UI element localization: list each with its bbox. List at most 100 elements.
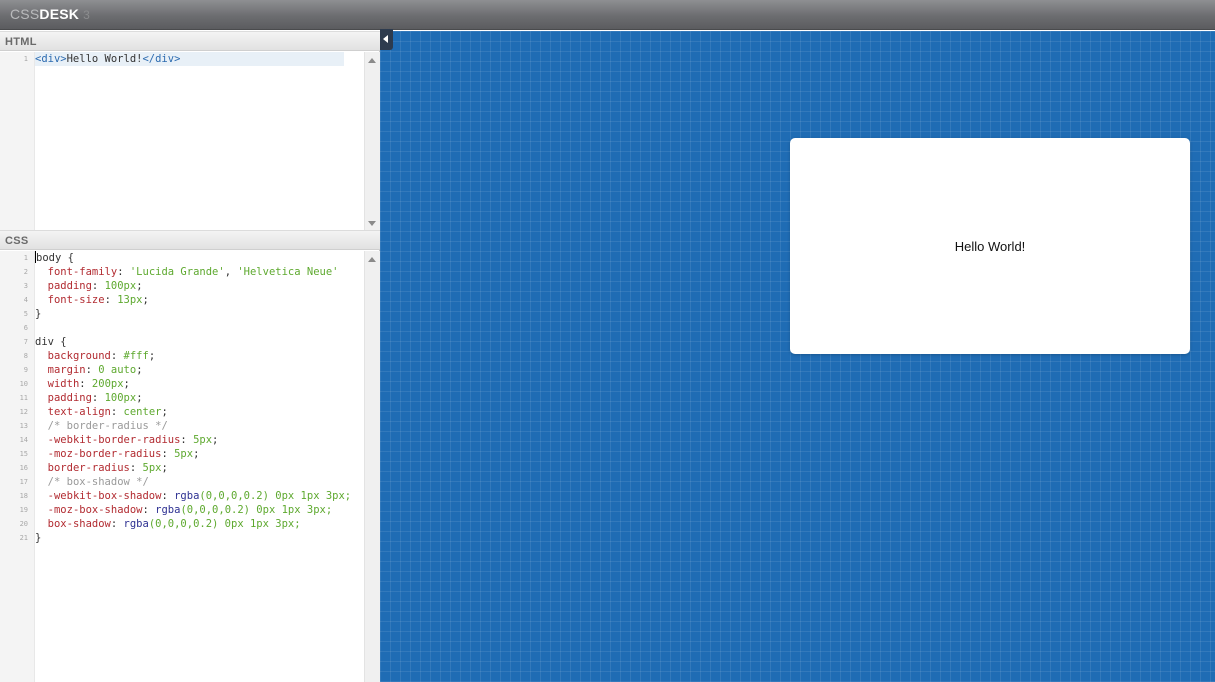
css-editor[interactable]: 1 2 3 4 5 6 7 8 9 10 11 12 13 14 15 16 17 18 19 20 21 body {… bbox=[0, 251, 380, 682]
preview-text: Hello World! bbox=[954, 238, 1026, 254]
line-number: 18 bbox=[19, 492, 28, 500]
code-token: (0,0,0,0.2) 0px 1px 3px; bbox=[199, 490, 352, 502]
line-number: 15 bbox=[19, 450, 28, 458]
code-token: 'Lucida Grande' bbox=[129, 266, 225, 278]
code-token: /* box-shadow */ bbox=[47, 476, 149, 488]
css-section-header: CSS bbox=[0, 230, 380, 250]
code-line[interactable]: font-family: 'Lucida Grande', 'Helvetica… bbox=[35, 265, 364, 279]
code-token: ; bbox=[161, 406, 168, 418]
logo-version-text: 3 bbox=[83, 8, 90, 22]
code-token: : bbox=[110, 518, 124, 530]
html-section-title: HTML bbox=[5, 36, 37, 48]
line-number: 1 bbox=[23, 55, 28, 63]
code-token: <div> bbox=[35, 53, 67, 65]
code-line[interactable]: -webkit-border-radius: 5px; bbox=[35, 433, 364, 447]
code-line[interactable]: /* border-radius */ bbox=[35, 419, 364, 433]
scroll-down-arrow-icon[interactable] bbox=[368, 221, 376, 226]
code-token: ; bbox=[136, 364, 143, 376]
code-token: 5px bbox=[174, 448, 194, 460]
html-editor[interactable]: 1 <div>Hello World!</div> bbox=[0, 52, 380, 230]
line-number: 17 bbox=[19, 478, 28, 486]
code-line[interactable]: width: 200px; bbox=[35, 377, 364, 391]
code-line[interactable]: -moz-box-shadow: rgba(0,0,0,0.2) 0px 1px… bbox=[35, 503, 364, 517]
code-line[interactable]: } bbox=[35, 307, 364, 321]
code-token: : bbox=[117, 266, 130, 278]
line-number: 16 bbox=[19, 464, 28, 472]
css-editor-scrollbar[interactable] bbox=[364, 251, 380, 682]
code-token: ; bbox=[161, 462, 168, 474]
logo-css-text: CSS bbox=[10, 6, 40, 22]
code-line[interactable]: font-size: 13px; bbox=[35, 293, 364, 307]
code-token: -moz-border-radius bbox=[47, 448, 162, 460]
line-number: 2 bbox=[23, 268, 28, 276]
line-number: 14 bbox=[19, 436, 28, 444]
code-line[interactable] bbox=[35, 321, 364, 335]
code-line[interactable]: padding: 100px; bbox=[35, 279, 364, 293]
code-token: : bbox=[161, 490, 175, 502]
line-number: 12 bbox=[19, 408, 28, 416]
code-line[interactable]: border-radius: 5px; bbox=[35, 461, 364, 475]
code-token: -webkit-border-radius bbox=[47, 434, 181, 446]
code-token: 100px bbox=[104, 280, 137, 292]
code-line[interactable]: margin: 0 auto; bbox=[35, 363, 364, 377]
code-token: ; bbox=[148, 350, 156, 362]
logo-desk-text: DESK bbox=[39, 6, 80, 22]
code-token: ; bbox=[193, 448, 200, 460]
code-token: : bbox=[110, 350, 124, 362]
line-number: 19 bbox=[19, 506, 28, 514]
html-editor-scrollbar[interactable] bbox=[364, 52, 380, 230]
line-number: 4 bbox=[23, 296, 28, 304]
code-token: rgba bbox=[123, 518, 149, 530]
code-token: -moz-box-shadow bbox=[47, 504, 143, 516]
html-code-area[interactable]: <div>Hello World!</div> bbox=[35, 52, 364, 230]
code-token: ; bbox=[136, 392, 143, 404]
line-number: 11 bbox=[19, 394, 28, 402]
code-token: : bbox=[104, 294, 118, 306]
line-number: 21 bbox=[19, 534, 28, 542]
code-token: : bbox=[129, 462, 143, 474]
scroll-up-arrow-icon[interactable] bbox=[368, 58, 376, 63]
code-line[interactable]: } bbox=[35, 531, 364, 545]
top-bar: CSSDESK 3 bbox=[0, 0, 1215, 30]
code-line[interactable]: -webkit-box-shadow: rgba(0,0,0,0.2) 0px … bbox=[35, 489, 364, 503]
code-token: </div> bbox=[142, 53, 181, 65]
code-token: 13px bbox=[117, 294, 143, 306]
code-token: (0,0,0,0.2) 0px 1px 3px; bbox=[148, 518, 301, 530]
css-code-area[interactable]: body { font-family: 'Lucida Grande', 'He… bbox=[35, 251, 364, 682]
editor-panel: HTML 1 <div>Hello World!</div> CSS 12345… bbox=[0, 31, 380, 682]
code-line[interactable]: div { bbox=[35, 335, 364, 349]
code-token: 100px bbox=[104, 392, 137, 404]
app-logo[interactable]: CSSDESK 3 bbox=[10, 6, 90, 22]
preview-pane: Hello World! bbox=[380, 31, 1215, 682]
line-number: 3 bbox=[23, 282, 28, 290]
code-line[interactable]: <div>Hello World!</div> bbox=[35, 52, 364, 66]
code-token: ; bbox=[212, 434, 219, 446]
code-token: 5px bbox=[142, 462, 162, 474]
code-line[interactable]: text-align: center; bbox=[35, 405, 364, 419]
code-token: , bbox=[224, 266, 238, 278]
code-line[interactable]: padding: 100px; bbox=[35, 391, 364, 405]
collapse-editor-toggle[interactable] bbox=[380, 29, 393, 50]
code-token: } bbox=[35, 308, 42, 320]
scroll-up-arrow-icon[interactable] bbox=[368, 257, 376, 262]
code-token: 200px bbox=[91, 378, 124, 390]
code-line[interactable]: body { bbox=[35, 251, 364, 265]
code-line[interactable]: background: #fff; bbox=[35, 349, 364, 363]
css-line-gutter: 1 2 3 4 5 6 7 8 9 10 11 12 13 14 15 16 17 18 19 20 21 bbox=[0, 251, 35, 682]
code-token: -webkit-box-shadow bbox=[47, 490, 162, 502]
code-line[interactable]: /* box-shadow */ bbox=[35, 475, 364, 489]
code-line[interactable]: box-shadow: rgba(0,0,0,0.2) 0px 1px 3px; bbox=[35, 517, 364, 531]
code-line[interactable]: -moz-border-radius: 5px; bbox=[35, 447, 364, 461]
